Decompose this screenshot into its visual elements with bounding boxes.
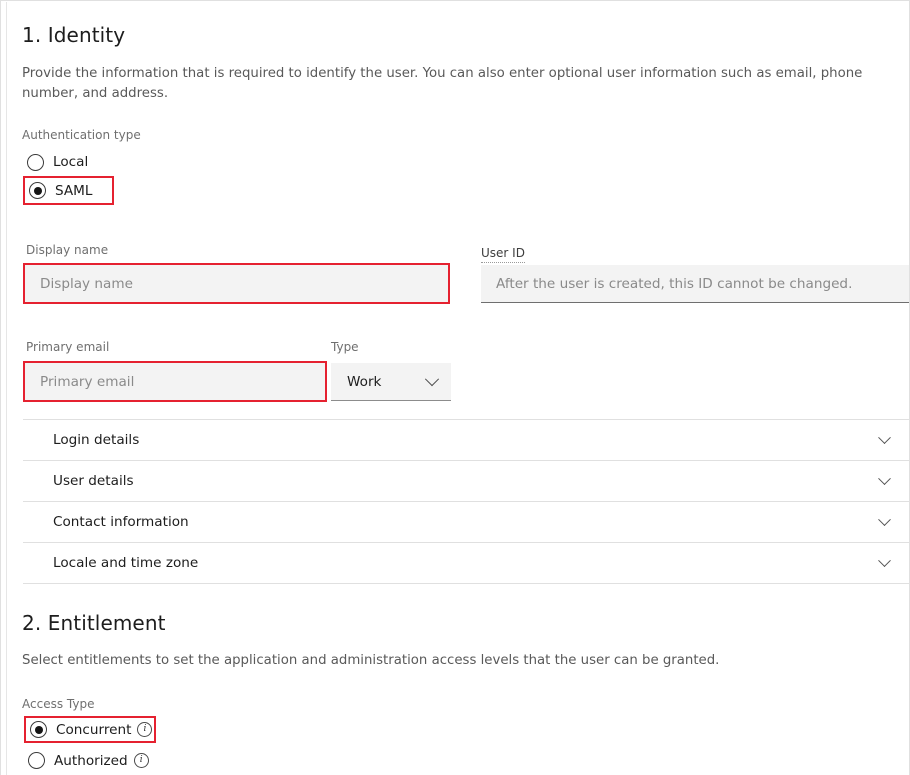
chevron-down-icon xyxy=(878,430,891,444)
access-type-option-concurrent-wrap: Concurrent i xyxy=(24,716,156,743)
access-type-label: Access Type xyxy=(22,697,95,711)
auth-type-option-saml-wrap: SAML xyxy=(23,176,114,205)
radio-unselected-icon xyxy=(28,752,45,769)
identity-section-title: 1. Identity xyxy=(22,23,126,47)
accordion-row-contact-information[interactable]: Contact information xyxy=(23,502,909,543)
identity-entitlement-form: 1. Identity Provide the information that… xyxy=(0,0,910,775)
chevron-down-icon xyxy=(878,471,891,485)
accordion-row-locale-and-time-zone[interactable]: Locale and time zone xyxy=(23,543,909,584)
accordion-label: Locale and time zone xyxy=(53,555,199,571)
radio-selected-icon xyxy=(30,721,47,738)
email-type-label-wrap: Type xyxy=(331,339,359,355)
access-type-radio-authorized[interactable]: Authorized i xyxy=(24,747,184,774)
identity-section: 1. Identity xyxy=(22,22,125,48)
display-name-label: Display name xyxy=(26,243,109,257)
user-id-field-wrap: After the user is created, this ID canno… xyxy=(481,265,909,303)
display-name-field-outline: Display name xyxy=(23,263,450,304)
accordion-row-login-details[interactable]: Login details xyxy=(23,420,909,461)
entitlement-section-title: 2. Entitlement xyxy=(22,611,166,635)
auth-type-label: Authentication type xyxy=(22,128,141,142)
entitlement-section-description-wrap: Select entitlements to set the applicati… xyxy=(22,651,895,671)
info-icon[interactable]: i xyxy=(137,722,153,737)
access-type-authorized-label: Authorized xyxy=(54,752,128,769)
form-content: 1. Identity Provide the information that… xyxy=(6,2,909,775)
primary-email-label-wrap: Primary email xyxy=(26,339,109,355)
accordion-row-user-details[interactable]: User details xyxy=(23,461,909,502)
auth-type-local-label: Local xyxy=(53,154,89,170)
auth-type-radio-saml[interactable]: SAML xyxy=(23,176,114,205)
user-id-label-wrap: User ID xyxy=(481,242,525,263)
auth-type-saml-label: SAML xyxy=(55,182,93,199)
chevron-down-icon xyxy=(424,371,440,386)
access-type-concurrent-label: Concurrent xyxy=(56,721,132,738)
chevron-down-icon xyxy=(878,553,891,567)
auth-type-group: Authentication type xyxy=(22,127,141,143)
email-type-label: Type xyxy=(331,340,359,354)
auth-type-option-local-wrap: Local xyxy=(23,149,223,175)
primary-email-input[interactable]: Primary email xyxy=(25,363,325,400)
accordion-label: Login details xyxy=(53,432,140,448)
display-name-input[interactable]: Display name xyxy=(25,265,448,302)
accordion-label: User details xyxy=(53,473,134,489)
primary-email-field-outline: Primary email xyxy=(23,361,327,402)
access-type-group: Access Type xyxy=(22,696,94,712)
radio-unselected-icon xyxy=(27,153,44,171)
user-id-label[interactable]: User ID xyxy=(481,245,525,263)
auth-type-radio-local[interactable]: Local xyxy=(23,149,223,175)
primary-email-label: Primary email xyxy=(26,340,110,354)
email-type-select[interactable]: Work xyxy=(331,363,451,401)
identity-section-description-wrap: Provide the information that is required… xyxy=(22,64,895,104)
entitlement-section-description: Select entitlements to set the applicati… xyxy=(22,653,720,668)
entitlement-section: 2. Entitlement xyxy=(22,610,166,636)
radio-selected-icon xyxy=(29,182,46,199)
access-type-radio-concurrent[interactable]: Concurrent i xyxy=(24,716,156,743)
display-name-label-wrap: Display name xyxy=(26,242,108,258)
email-type-select-wrap: Work xyxy=(331,363,451,401)
access-type-option-authorized-wrap: Authorized i xyxy=(24,747,184,774)
chevron-down-icon xyxy=(878,512,891,526)
user-id-input: After the user is created, this ID canno… xyxy=(481,265,909,303)
identity-accordion-list: Login details User details Contact infor… xyxy=(23,419,909,584)
info-icon[interactable]: i xyxy=(133,753,149,768)
email-type-selected-value: Work xyxy=(347,373,382,390)
accordion-label: Contact information xyxy=(53,514,189,530)
identity-section-description: Provide the information that is required… xyxy=(22,66,863,101)
